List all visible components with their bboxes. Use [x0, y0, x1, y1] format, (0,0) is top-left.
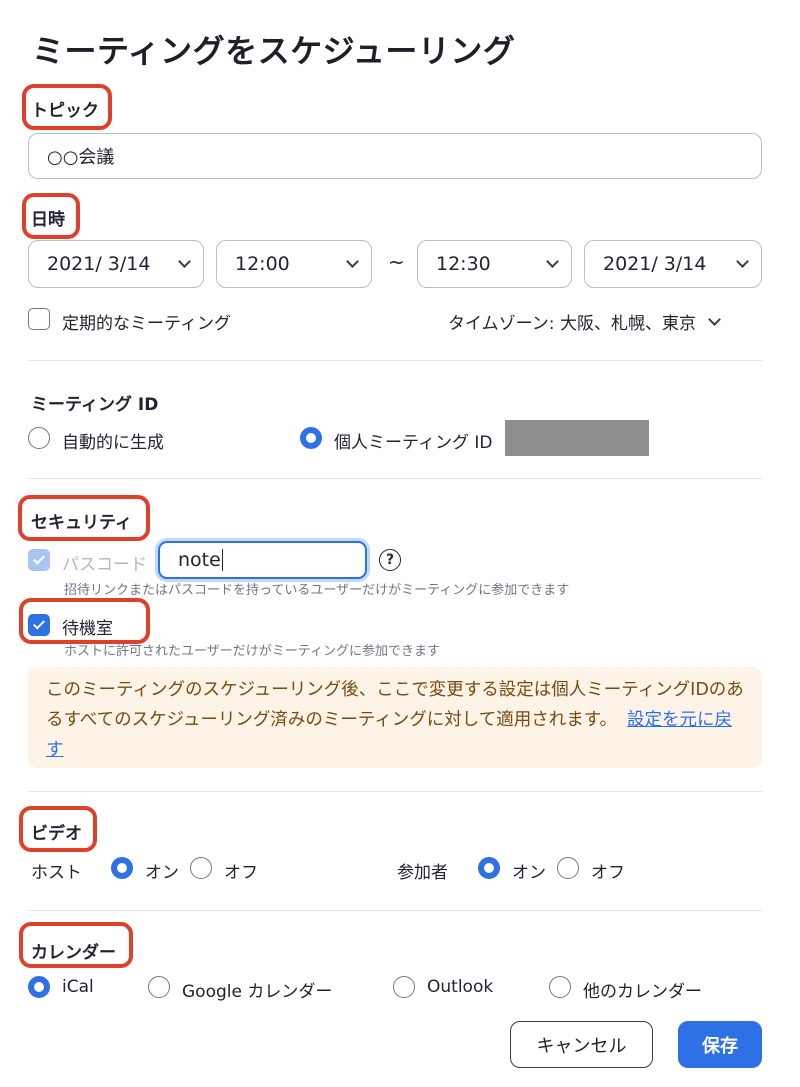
- end-time-select[interactable]: 12:30: [417, 240, 572, 288]
- waiting-room-description: ホストに許可されたユーザーだけがミーティングに参加できます: [64, 644, 440, 659]
- participant-video-off-label: オフ: [591, 863, 625, 883]
- host-video-off-radio[interactable]: [190, 857, 212, 879]
- timezone-select[interactable]: タイムゾーン: 大阪、札幌、東京: [448, 309, 721, 334]
- cancel-button[interactable]: キャンセル: [510, 1021, 653, 1068]
- chevron-down-icon: [178, 255, 191, 268]
- redacted-meeting-id: [505, 420, 649, 456]
- host-video-label: ホスト: [31, 863, 82, 883]
- participant-video-on-radio[interactable]: [478, 857, 500, 879]
- meeting-id-personal-label: 個人ミーティング ID: [334, 433, 493, 453]
- datetime-label: 日時: [31, 210, 65, 230]
- calendar-option-outlook: Outlook: [427, 977, 494, 997]
- topic-input[interactable]: ○○会議: [28, 133, 762, 179]
- start-time-select[interactable]: 12:00: [216, 240, 372, 288]
- topic-value: ○○会議: [47, 147, 115, 168]
- calendar-other-radio[interactable]: [549, 976, 571, 998]
- waiting-room-checkbox[interactable]: [28, 614, 50, 636]
- host-video-on-label: オン: [145, 863, 179, 883]
- start-time-value: 12:00: [235, 253, 290, 275]
- divider: [28, 910, 762, 911]
- participant-video-on-label: オン: [512, 863, 546, 883]
- topic-label: トピック: [31, 101, 99, 121]
- meeting-id-personal-radio[interactable]: [300, 427, 322, 449]
- participant-video-label: 参加者: [397, 863, 448, 883]
- calendar-outlook-radio[interactable]: [393, 976, 415, 998]
- start-date-value: 2021/ 3/14: [47, 253, 151, 275]
- chevron-down-icon: [546, 255, 559, 268]
- end-time-value: 12:30: [436, 253, 491, 275]
- end-date-select[interactable]: 2021/ 3/14: [584, 240, 762, 288]
- calendar-option-ical: iCal: [62, 977, 94, 997]
- participant-video-off-radio[interactable]: [557, 857, 579, 879]
- recurring-label: 定期的なミーティング: [62, 314, 231, 334]
- security-label: セキュリティ: [31, 513, 132, 533]
- meeting-id-auto-radio[interactable]: [28, 427, 50, 449]
- host-video-on-radio[interactable]: [111, 857, 133, 879]
- calendar-google-radio[interactable]: [148, 976, 170, 998]
- text-caret: [221, 549, 224, 571]
- chevron-down-icon: [736, 255, 749, 268]
- host-video-off-label: オフ: [224, 863, 258, 883]
- passcode-checkbox[interactable]: [28, 549, 50, 571]
- calendar-option-google: Google カレンダー: [182, 982, 333, 1002]
- timezone-value: タイムゾーン: 大阪、札幌、東京: [448, 314, 696, 334]
- chevron-down-icon: [708, 312, 721, 326]
- video-label: ビデオ: [31, 824, 82, 844]
- waiting-room-label: 待機室: [62, 619, 113, 639]
- check-icon: [32, 552, 46, 565]
- calendar-label: カレンダー: [31, 943, 116, 963]
- meeting-id-auto-label: 自動的に生成: [62, 433, 164, 453]
- divider: [28, 360, 762, 361]
- passcode-label: パスコード: [62, 555, 147, 575]
- settings-notice: このミーティングのスケジューリング後、ここで変更する設定は個人ミーティングIDの…: [28, 667, 762, 768]
- save-button[interactable]: 保存: [678, 1021, 762, 1068]
- end-date-value: 2021/ 3/14: [603, 253, 707, 275]
- passcode-value: note: [178, 549, 221, 571]
- time-separator: ~: [388, 250, 405, 274]
- divider: [28, 791, 762, 792]
- start-date-select[interactable]: 2021/ 3/14: [28, 240, 204, 288]
- help-icon[interactable]: ?: [379, 549, 401, 571]
- recurring-checkbox[interactable]: [28, 308, 50, 330]
- chevron-down-icon: [346, 255, 359, 268]
- calendar-option-other: 他のカレンダー: [583, 982, 702, 1002]
- divider: [28, 478, 762, 479]
- passcode-description: 招待リンクまたはパスコードを持っているユーザーだけがミーティングに参加できます: [64, 583, 570, 598]
- check-icon: [32, 617, 46, 630]
- page-title: ミーティングをスケジューリング: [32, 32, 516, 70]
- meeting-id-label: ミーティング ID: [31, 395, 159, 415]
- calendar-ical-radio[interactable]: [28, 976, 50, 998]
- passcode-input[interactable]: note: [158, 541, 367, 579]
